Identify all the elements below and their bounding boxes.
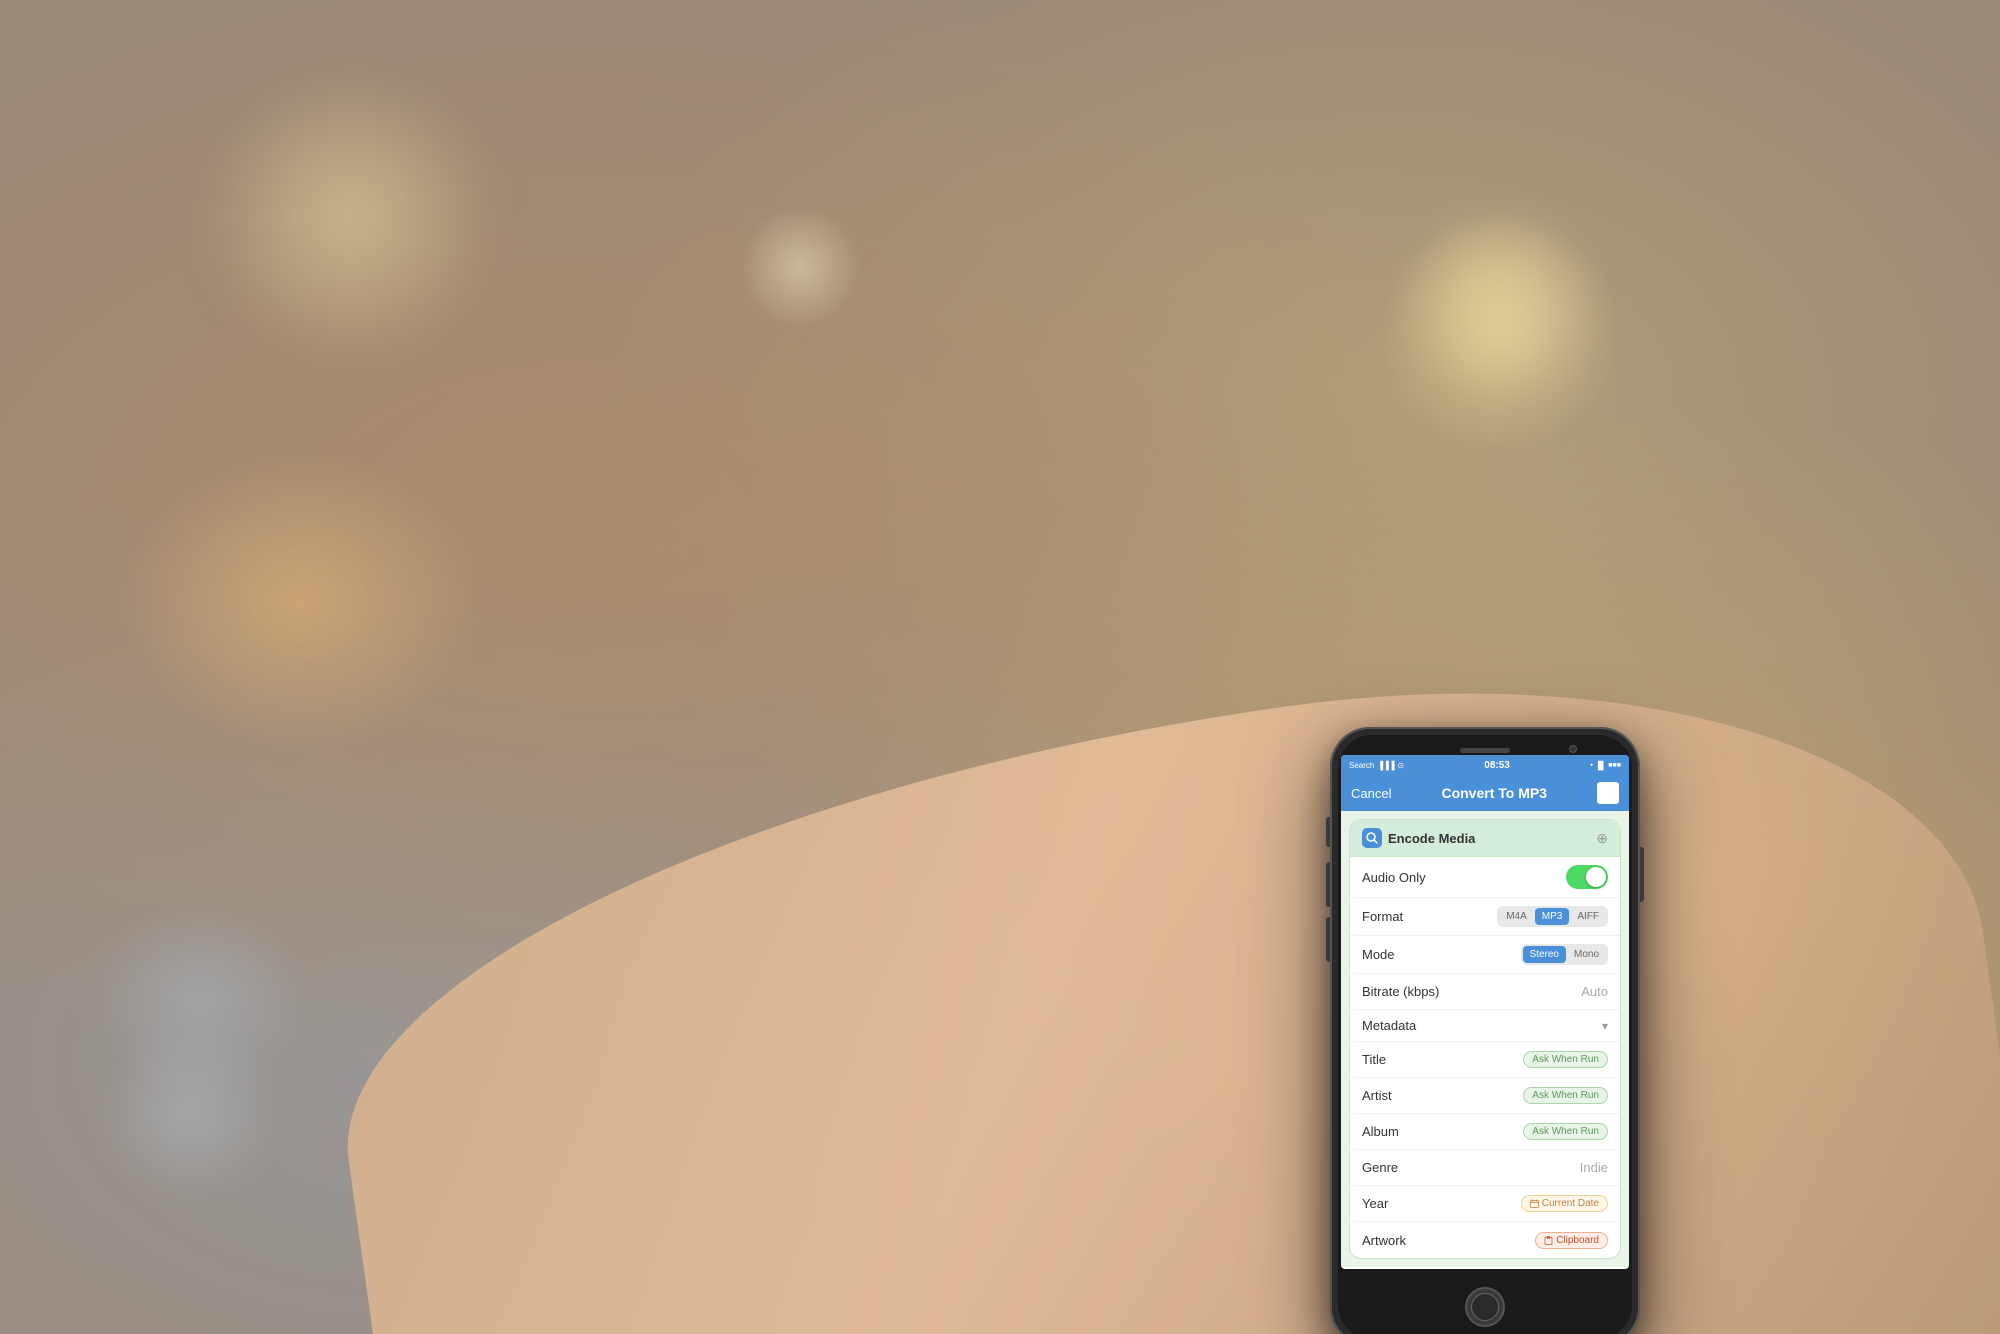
encode-header: Encode Media ⊕ — [1350, 820, 1620, 857]
artist-label: Artist — [1362, 1088, 1392, 1103]
genre-label: Genre — [1362, 1160, 1398, 1175]
genre-value: Indie — [1580, 1160, 1608, 1175]
power-button — [1640, 847, 1644, 902]
phone-inner: Search ▐▐▐ ⊙ 08:53 ⬩ ▐▌ ■■■ Cance — [1338, 735, 1632, 1334]
volume-up-button — [1326, 862, 1330, 907]
year-label: Year — [1362, 1196, 1388, 1211]
title-row: Title Ask When Run — [1350, 1042, 1620, 1078]
bokeh-circle-1 — [200, 67, 500, 367]
bitrate-row: Bitrate (kbps) Auto — [1350, 974, 1620, 1010]
status-bar: Search ▐▐▐ ⊙ 08:53 ⬩ ▐▌ ■■■ — [1341, 755, 1629, 775]
mode-stereo[interactable]: Stereo — [1523, 946, 1566, 963]
artist-badge[interactable]: Ask When Run — [1523, 1087, 1608, 1104]
signal-icon: ▐▐▐ — [1377, 761, 1394, 770]
encode-media-icon — [1362, 828, 1382, 848]
front-camera — [1569, 745, 1577, 753]
phone-frame: Search ▐▐▐ ⊙ 08:53 ⬩ ▐▌ ■■■ Cance — [1330, 727, 1640, 1334]
bluetooth-icon: ⬩ — [1590, 760, 1593, 770]
mode-label: Mode — [1362, 947, 1395, 962]
status-bar-right: ⬩ ▐▌ ■■■ — [1590, 760, 1621, 770]
nav-bar: Cancel Convert To MP3 — [1341, 775, 1629, 811]
bitrate-label: Bitrate (kbps) — [1362, 984, 1439, 999]
album-row: Album Ask When Run — [1350, 1114, 1620, 1150]
nav-action-button[interactable] — [1597, 782, 1619, 804]
album-label: Album — [1362, 1124, 1399, 1139]
title-badge[interactable]: Ask When Run — [1523, 1051, 1608, 1068]
calendar-icon — [1530, 1199, 1539, 1208]
battery-fill: ■■■ — [1608, 762, 1621, 769]
artwork-row: Artwork Clipboard — [1350, 1222, 1620, 1258]
title-label: Title — [1362, 1052, 1386, 1067]
search-label: Search — [1349, 761, 1374, 770]
chevron-down-icon: ▾ — [1602, 1019, 1608, 1033]
artwork-badge[interactable]: Clipboard — [1535, 1232, 1608, 1249]
year-row: Year Current Date — [1350, 1186, 1620, 1222]
content-area: Encode Media ⊕ Audio Only — [1341, 811, 1629, 1267]
artist-row: Artist Ask When Run — [1350, 1078, 1620, 1114]
toggle-knob — [1586, 867, 1606, 887]
wifi-icon: ⊙ — [1397, 761, 1404, 770]
cancel-button[interactable]: Cancel — [1351, 786, 1391, 801]
encode-title: Encode Media — [1388, 831, 1475, 846]
expand-icon[interactable]: ⊕ — [1596, 830, 1608, 847]
full-scene: Search ▐▐▐ ⊙ 08:53 ⬩ ▐▌ ■■■ Cance — [0, 0, 2000, 1334]
nav-title: Convert To MP3 — [1441, 785, 1547, 801]
format-row: Format M4A MP3 AIFF — [1350, 898, 1620, 936]
mode-mono[interactable]: Mono — [1567, 946, 1606, 963]
artwork-badge-text: Clipboard — [1556, 1235, 1599, 1246]
metadata-row[interactable]: Metadata ▾ — [1350, 1010, 1620, 1042]
year-badge-text: Current Date — [1542, 1198, 1599, 1209]
album-badge[interactable]: Ask When Run — [1523, 1123, 1608, 1140]
format-m4a[interactable]: M4A — [1499, 908, 1534, 925]
phone-screen: Search ▐▐▐ ⊙ 08:53 ⬩ ▐▌ ■■■ Cance — [1341, 755, 1629, 1269]
genre-row: Genre Indie — [1350, 1150, 1620, 1186]
home-button-inner — [1471, 1293, 1499, 1321]
encode-media-card: Encode Media ⊕ Audio Only — [1349, 819, 1621, 1259]
battery-icon: ▐▌ — [1595, 761, 1606, 770]
format-aiff[interactable]: AIFF — [1570, 908, 1606, 925]
audio-only-row: Audio Only — [1350, 857, 1620, 898]
mode-segmented: Stereo Mono — [1521, 944, 1608, 965]
format-mp3[interactable]: MP3 — [1535, 908, 1570, 925]
format-label: Format — [1362, 909, 1403, 924]
speaker — [1460, 748, 1510, 753]
audio-only-label: Audio Only — [1362, 870, 1426, 885]
bitrate-value: Auto — [1581, 984, 1608, 999]
bokeh-circle-4 — [100, 1021, 280, 1201]
status-bar-left: Search ▐▐▐ ⊙ — [1349, 761, 1404, 770]
time-display: 08:53 — [1484, 760, 1510, 771]
artwork-label: Artwork — [1362, 1233, 1406, 1248]
home-button[interactable] — [1465, 1287, 1505, 1327]
bokeh-circle-2 — [1400, 200, 1600, 400]
clipboard-icon — [1544, 1236, 1553, 1245]
volume-down-button — [1326, 917, 1330, 962]
mode-row: Mode Stereo Mono — [1350, 936, 1620, 974]
format-segmented: M4A MP3 AIFF — [1497, 906, 1608, 927]
year-badge[interactable]: Current Date — [1521, 1195, 1608, 1212]
metadata-label: Metadata — [1362, 1018, 1416, 1033]
mute-switch — [1326, 817, 1330, 847]
encode-header-left: Encode Media — [1362, 828, 1475, 848]
audio-only-toggle[interactable] — [1566, 865, 1608, 889]
